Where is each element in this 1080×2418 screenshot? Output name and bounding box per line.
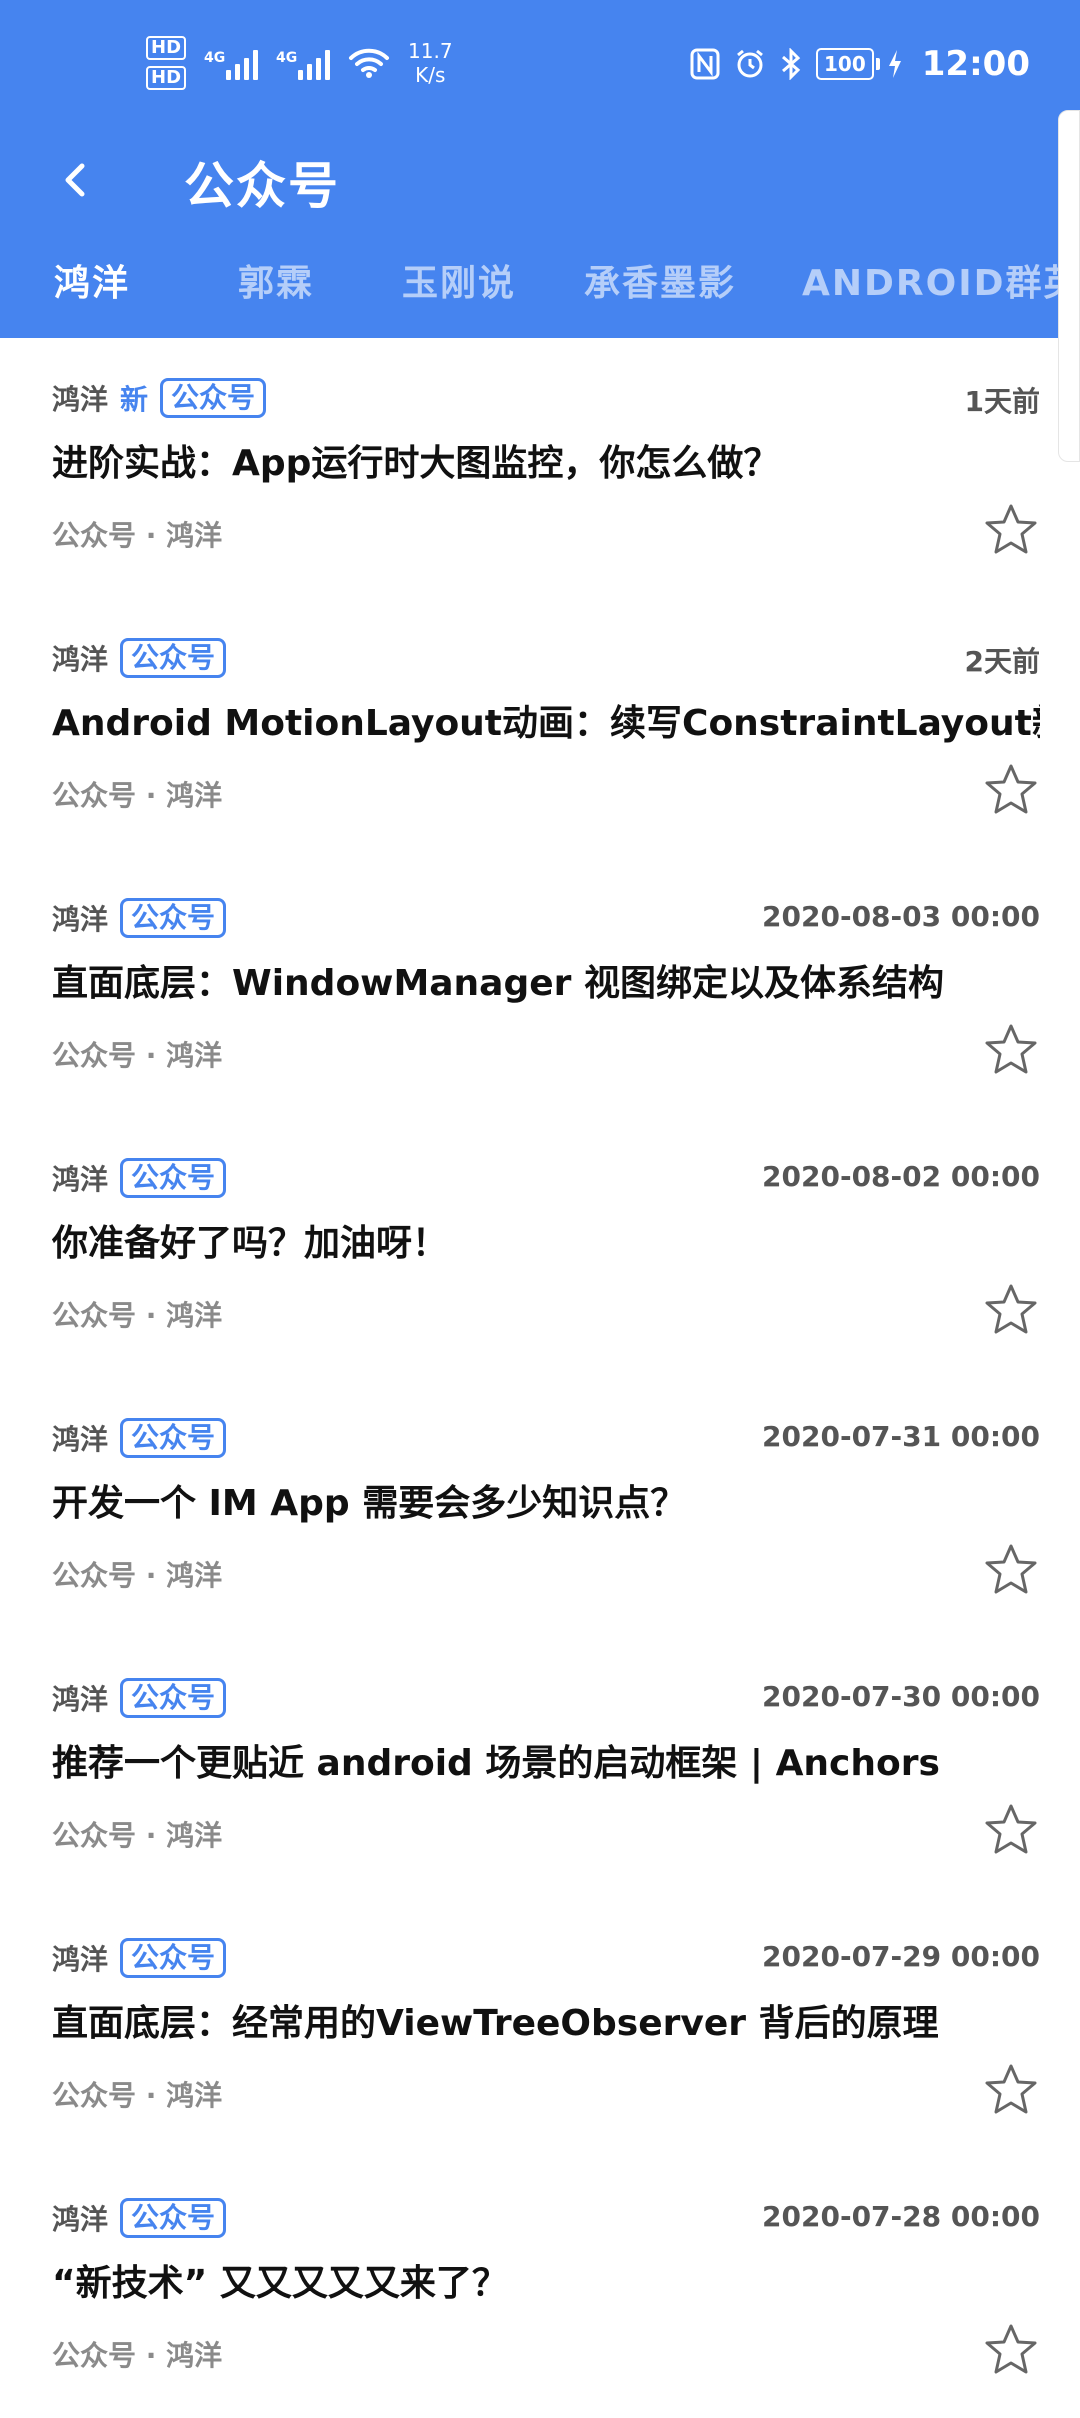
- article-item[interactable]: 鸿洋 公众号 2天前 Android MotionLayout动画：续写Cons…: [0, 598, 1080, 858]
- article-tag: 公众号: [120, 1938, 227, 1978]
- alarm-icon: [734, 48, 766, 80]
- article-meta: 鸿洋 公众号: [52, 638, 227, 678]
- article-title[interactable]: 进阶实战：App运行时大图监控，你怎么做？: [52, 434, 1040, 486]
- article-subtitle: 公众号 · 鸿洋: [52, 2339, 223, 2372]
- article-item[interactable]: 鸿洋 公众号 2020-07-30 00:00 推荐一个更贴近 android …: [0, 1638, 1080, 1898]
- app-header: HD HD 4G 4G 11.7 K/s 100 12:00 公众号 鸿洋 郭霖…: [0, 0, 1080, 338]
- article-subtitle: 公众号 · 鸿洋: [52, 2079, 223, 2112]
- star-icon[interactable]: [982, 1542, 1040, 1598]
- article-item[interactable]: 鸿洋 新 公众号 1天前 进阶实战：App运行时大图监控，你怎么做？ 公众号 ·…: [0, 338, 1080, 598]
- article-time: 2020-07-31 00:00: [762, 1420, 1040, 1453]
- article-time: 1天前: [964, 385, 1040, 418]
- article-item[interactable]: 鸿洋 公众号 2020-08-02 00:00 你准备好了吗？加油呀！ 公众号 …: [0, 1118, 1080, 1378]
- network-speed: 11.7 K/s: [408, 39, 453, 87]
- article-meta: 鸿洋 公众号: [52, 2198, 227, 2238]
- battery-icon: 100: [816, 48, 880, 80]
- article-meta: 鸿洋 公众号: [52, 1678, 227, 1718]
- article-time: 2020-08-02 00:00: [762, 1160, 1040, 1193]
- tab-chengxiangmoying[interactable]: 承香墨影: [584, 254, 736, 306]
- article-author: 鸿洋: [52, 2203, 109, 2236]
- tab-hongyang[interactable]: 鸿洋: [54, 254, 130, 306]
- status-clock: 12:00: [921, 44, 1030, 84]
- new-badge: 新: [120, 383, 149, 416]
- article-time: 2020-07-28 00:00: [762, 2200, 1040, 2233]
- article-meta: 鸿洋 新 公众号: [52, 378, 267, 418]
- article-tag: 公众号: [120, 898, 227, 938]
- article-tag: 公众号: [120, 1678, 227, 1718]
- article-subtitle: 公众号 · 鸿洋: [52, 1039, 223, 1072]
- article-time: 2020-08-03 00:00: [762, 900, 1040, 933]
- article-item[interactable]: 鸿洋 公众号 2020-08-03 00:00 直面底层：WindowManag…: [0, 858, 1080, 1118]
- star-icon[interactable]: [982, 1022, 1040, 1078]
- hd2-icon: HD: [146, 66, 187, 90]
- article-tag: 公众号: [120, 1418, 227, 1458]
- toolbar: 公众号: [0, 130, 1080, 230]
- star-icon[interactable]: [982, 2062, 1040, 2118]
- wifi-icon: [348, 47, 390, 79]
- page-title: 公众号: [184, 157, 340, 215]
- tab-android-qunyingzhuan[interactable]: ANDROID群英传: [802, 254, 1080, 306]
- article-author: 鸿洋: [52, 643, 109, 676]
- article-author: 鸿洋: [52, 383, 109, 416]
- article-tag: 公众号: [120, 1158, 227, 1198]
- article-author: 鸿洋: [52, 1163, 109, 1196]
- nfc-icon: [690, 48, 720, 80]
- status-bar-left: HD HD 4G 4G 11.7 K/s: [146, 36, 453, 90]
- article-time: 2020-07-30 00:00: [762, 1680, 1040, 1713]
- article-tag: 公众号: [120, 638, 227, 678]
- article-item[interactable]: 鸿洋 公众号 2020-07-31 00:00 开发一个 IM App 需要会多…: [0, 1378, 1080, 1638]
- article-title[interactable]: 你准备好了吗？加油呀！: [52, 1214, 1040, 1266]
- article-subtitle: 公众号 · 鸿洋: [52, 779, 223, 812]
- status-bar-right: 100 12:00: [690, 44, 1030, 84]
- article-item[interactable]: 鸿洋 公众号 2020-07-28 00:00 “新技术” 又又又又又来了？ 公…: [0, 2158, 1080, 2418]
- article-title[interactable]: “新技术” 又又又又又来了？: [52, 2254, 1040, 2306]
- article-author: 鸿洋: [52, 1943, 109, 1976]
- star-icon[interactable]: [982, 502, 1040, 558]
- article-title[interactable]: Android MotionLayout动画：续写ConstraintLayou…: [52, 694, 1040, 746]
- star-icon[interactable]: [982, 1802, 1040, 1858]
- tab-yugangshuo[interactable]: 玉刚说: [402, 254, 516, 306]
- article-meta: 鸿洋 公众号: [52, 1938, 227, 1978]
- article-subtitle: 公众号 · 鸿洋: [52, 1559, 223, 1592]
- signal2-icon: 4G: [276, 46, 331, 80]
- article-meta: 鸿洋 公众号: [52, 1418, 227, 1458]
- article-title[interactable]: 推荐一个更贴近 android 场景的启动框架 | Anchors: [52, 1734, 1040, 1786]
- star-icon[interactable]: [982, 2322, 1040, 2378]
- article-title[interactable]: 直面底层：经常用的ViewTreeObserver 背后的原理: [52, 1994, 1040, 2046]
- status-bar: HD HD 4G 4G 11.7 K/s 100 12:00: [0, 0, 1080, 130]
- article-title[interactable]: 直面底层：WindowManager 视图绑定以及体系结构: [52, 954, 1040, 1006]
- back-arrow-icon[interactable]: [58, 156, 94, 204]
- article-author: 鸿洋: [52, 903, 109, 936]
- article-subtitle: 公众号 · 鸿洋: [52, 519, 223, 552]
- article-tag: 公众号: [160, 378, 267, 418]
- star-icon[interactable]: [982, 1282, 1040, 1338]
- article-subtitle: 公众号 · 鸿洋: [52, 1819, 223, 1852]
- tab-bar: 鸿洋 郭霖 玉刚说 承香墨影 ANDROID群英传: [0, 254, 1080, 324]
- article-meta: 鸿洋 公众号: [52, 1158, 227, 1198]
- article-author: 鸿洋: [52, 1423, 109, 1456]
- article-meta: 鸿洋 公众号: [52, 898, 227, 938]
- article-time: 2020-07-29 00:00: [762, 1940, 1040, 1973]
- bluetooth-icon: [780, 48, 802, 80]
- article-subtitle: 公众号 · 鸿洋: [52, 1299, 223, 1332]
- article-title[interactable]: 开发一个 IM App 需要会多少知识点？: [52, 1474, 1040, 1526]
- star-icon[interactable]: [982, 762, 1040, 818]
- article-list: 鸿洋 新 公众号 1天前 进阶实战：App运行时大图监控，你怎么做？ 公众号 ·…: [0, 338, 1080, 2418]
- tab-guolin[interactable]: 郭霖: [238, 254, 314, 306]
- article-item[interactable]: 鸿洋 公众号 2020-07-29 00:00 直面底层：经常用的ViewTre…: [0, 1898, 1080, 2158]
- article-author: 鸿洋: [52, 1683, 109, 1716]
- article-time: 2天前: [964, 645, 1040, 678]
- signal1-icon: 4G: [204, 46, 259, 80]
- hd-indicators: HD HD: [146, 36, 187, 90]
- hd1-icon: HD: [146, 36, 187, 60]
- charging-icon: [888, 50, 902, 78]
- article-tag: 公众号: [120, 2198, 227, 2238]
